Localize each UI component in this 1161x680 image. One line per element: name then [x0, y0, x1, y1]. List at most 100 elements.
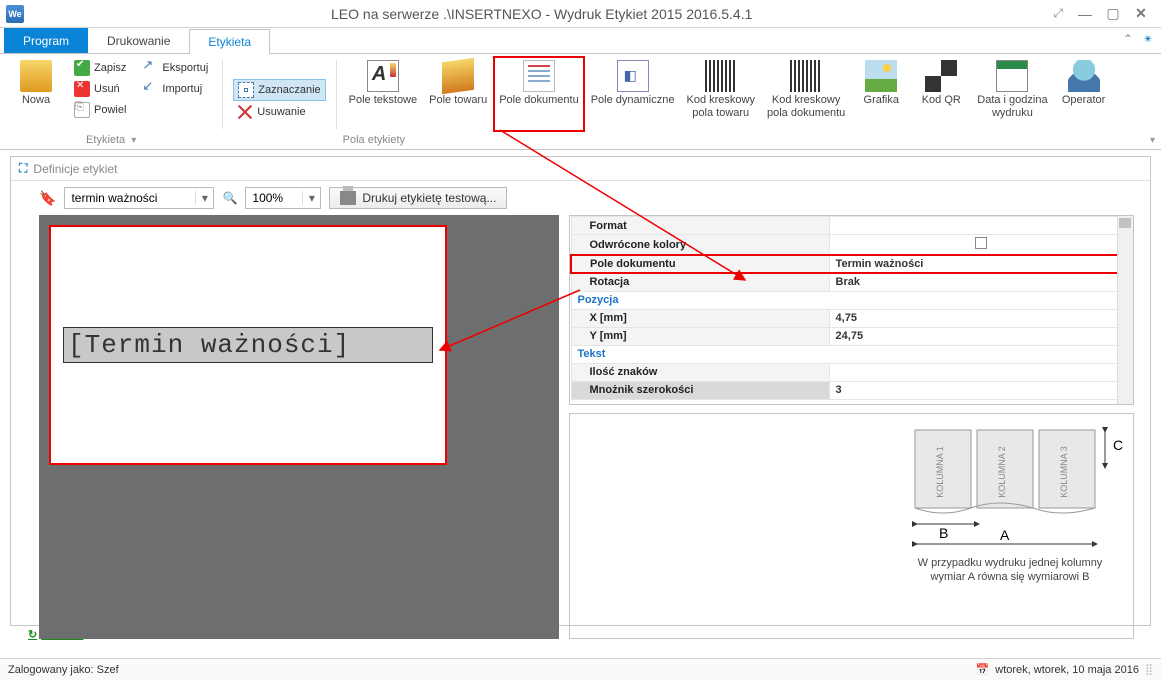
select-icon: [238, 82, 254, 98]
pole-dynamiczne-label: Pole dynamiczne: [591, 94, 675, 107]
print-test-button[interactable]: Drukuj etykietę testową...: [329, 187, 507, 209]
scrollbar[interactable]: [1117, 216, 1133, 404]
ribbon-up-icon[interactable]: ⌃: [1123, 32, 1133, 46]
prop-y-label: Y [mm]: [571, 327, 829, 345]
chevron-icon[interactable]: ▾: [1150, 135, 1155, 146]
title-bar: We LEO na serwerze .\INSERTNEXO - Wydruk…: [0, 0, 1161, 28]
section-tekst[interactable]: Tekst▴: [571, 345, 1132, 363]
layout-preview: KOLUMNA 1 KOLUMNA 2 KOLUMNA 3 C B A W pr…: [569, 413, 1134, 639]
status-logged-in: Zalogowany jako: Szef: [8, 664, 119, 676]
operator-button[interactable]: Operator: [1054, 56, 1114, 132]
pole-dokumentu-button[interactable]: Pole dokumentu: [493, 56, 585, 132]
ribbon-settings-icon[interactable]: ✴: [1143, 32, 1153, 46]
label-selector[interactable]: ▾: [64, 187, 214, 209]
prop-odwrocone-value[interactable]: [829, 235, 1132, 256]
zoom-selector[interactable]: ▾: [245, 187, 321, 209]
export-icon: [142, 60, 158, 76]
prop-ilosc-label: Ilość znaków: [571, 363, 829, 381]
usuwanie-button[interactable]: Usuwanie: [233, 102, 325, 122]
resize-grip-icon[interactable]: ⣿: [1145, 663, 1153, 676]
zaznaczanie-button[interactable]: Zaznaczanie: [233, 79, 325, 101]
prop-rotacja-value[interactable]: Brak: [829, 273, 1132, 291]
data-godzina-button[interactable]: Data i godzina wydruku: [971, 56, 1053, 132]
ribbon-group-pola: Pole tekstowe Pole towaru Pole dokumentu…: [343, 56, 1155, 149]
kod-qr-button[interactable]: Kod QR: [911, 56, 971, 132]
prop-odwrocone-label: Odwrócone kolory: [571, 235, 829, 256]
svg-text:KOLUMNA 2: KOLUMNA 2: [997, 446, 1007, 498]
duplicate-icon: [74, 102, 90, 118]
importuj-label: Importuj: [162, 83, 202, 95]
prop-pole-dokumentu-value[interactable]: Termin ważności: [829, 255, 1132, 273]
kod-kreskowy-dokumentu-label: Kod kreskowy pola dokumentu: [767, 94, 845, 120]
barcode-document-icon: [790, 60, 822, 92]
kod-kreskowy-towaru-label: Kod kreskowy pola towaru: [687, 94, 755, 120]
data-godzina-label: Data i godzina wydruku: [977, 94, 1047, 120]
kod-kreskowy-dokumentu-button[interactable]: Kod kreskowy pola dokumentu: [761, 56, 851, 132]
prop-x-value[interactable]: 4,75: [829, 309, 1132, 327]
label-selector-dropdown[interactable]: ▾: [195, 191, 213, 205]
toolbar-row: 🔖 ▾ 🔍 ▾ Drukuj etykietę testową...: [11, 181, 1150, 215]
importuj-button[interactable]: Importuj: [138, 79, 212, 99]
properties-grid[interactable]: Format Odwrócone kolory Pole dokumentuTe…: [569, 215, 1134, 405]
document-field-placeholder[interactable]: [Termin ważności]: [63, 327, 433, 363]
prop-mnoznik-szer-value[interactable]: 3: [829, 381, 1132, 399]
section-pozycja[interactable]: Pozycja▴: [571, 291, 1132, 309]
prop-mnoznik-szer-label: Mnożnik szerokości: [571, 381, 829, 399]
tab-drukowanie[interactable]: Drukowanie: [88, 28, 189, 53]
tag-icon: 🔖: [39, 190, 56, 207]
zapisz-button[interactable]: Zapisz: [70, 58, 130, 78]
prop-format-label: Format: [571, 217, 829, 235]
eksportuj-button[interactable]: Eksportuj: [138, 58, 212, 78]
grafika-label: Grafika: [864, 94, 899, 107]
layout-caption: W przypadku wydruku jednej kolumny wymia…: [895, 556, 1125, 585]
prop-y-value[interactable]: 24,75: [829, 327, 1132, 345]
text-field-icon: [367, 60, 399, 92]
operator-icon: [1068, 60, 1100, 92]
grafika-button[interactable]: Grafika: [851, 56, 911, 132]
barcode-product-icon: [705, 60, 737, 92]
pole-towaru-label: Pole towaru: [429, 94, 487, 107]
label-page[interactable]: [Termin ważności]: [49, 225, 447, 465]
prop-format-value[interactable]: [829, 217, 1132, 235]
group-caption-pola: Pola etykiety: [343, 134, 405, 146]
ribbon-group-etykieta: Nowa Zapisz Usuń Powiel Eksportuj Import…: [6, 56, 216, 149]
kod-kreskowy-towaru-button[interactable]: Kod kreskowy pola towaru: [681, 56, 761, 132]
zoom-dropdown[interactable]: ▾: [302, 191, 320, 205]
printer-icon: [340, 191, 356, 205]
label-selector-input[interactable]: [65, 188, 195, 208]
zapisz-label: Zapisz: [94, 62, 126, 74]
definitions-icon: ⛶: [19, 161, 27, 176]
close-button[interactable]: ✕: [1127, 5, 1155, 22]
powiel-button[interactable]: Powiel: [70, 100, 130, 120]
prop-ilosc-value[interactable]: [829, 363, 1132, 381]
pole-towaru-button[interactable]: Pole towaru: [423, 56, 493, 132]
delete-icon: [74, 81, 90, 97]
save-icon: [74, 60, 90, 76]
qr-icon: [925, 60, 957, 92]
status-date: wtorek, wtorek, 10 maja 2016: [995, 664, 1139, 676]
image-icon: [865, 60, 897, 92]
tab-program[interactable]: Program: [4, 28, 88, 53]
pole-dynamiczne-button[interactable]: Pole dynamiczne: [585, 56, 681, 132]
label-canvas[interactable]: [Termin ważności]: [39, 215, 559, 639]
ribbon-tabs: Program Drukowanie Etykieta ⌃ ✴: [0, 28, 1161, 54]
app-icon: We: [6, 5, 24, 23]
checkbox-icon[interactable]: [975, 237, 987, 249]
svg-text:A: A: [1000, 527, 1010, 543]
content-header: ⛶ Definicje etykiet: [11, 157, 1150, 181]
chevron-icon[interactable]: ▾: [131, 135, 136, 146]
product-field-icon: [442, 58, 474, 94]
ribbon-body: Nowa Zapisz Usuń Powiel Eksportuj Import…: [0, 54, 1161, 150]
nowa-button[interactable]: Nowa: [6, 56, 66, 132]
pole-tekstowe-button[interactable]: Pole tekstowe: [343, 56, 423, 132]
prop-pole-dokumentu-label: Pole dokumentu: [571, 255, 829, 273]
minimize-button[interactable]: —: [1071, 6, 1099, 22]
tab-etykieta[interactable]: Etykieta: [189, 29, 270, 54]
magnifier-icon[interactable]: 🔍: [222, 191, 237, 205]
expand-icon[interactable]: ⤢: [1053, 6, 1063, 21]
window-title: LEO na serwerze .\INSERTNEXO - Wydruk Et…: [30, 6, 1053, 22]
datetime-icon: [996, 60, 1028, 92]
usun-button[interactable]: Usuń: [70, 79, 130, 99]
maximize-button[interactable]: ▢: [1099, 5, 1127, 22]
zoom-input[interactable]: [246, 188, 302, 208]
